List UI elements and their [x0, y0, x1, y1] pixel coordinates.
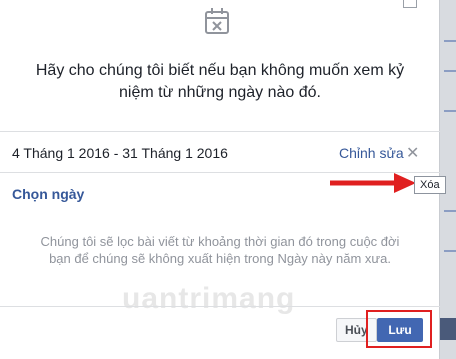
footer-divider [0, 306, 440, 307]
filter-description: Chúng tôi sẽ lọc bài viết từ khoảng thời… [40, 234, 400, 266]
choose-date-link[interactable]: Chọn ngày [12, 186, 84, 202]
background-line [444, 110, 456, 112]
background-line [444, 250, 456, 252]
edit-date-range-link[interactable]: Chỉnh sửa [339, 145, 404, 161]
background-bar [440, 318, 456, 340]
background-line [444, 210, 456, 212]
background-line [444, 70, 456, 72]
save-button[interactable]: Lưu [377, 318, 423, 342]
calendar-icon [205, 8, 229, 34]
remove-date-range-icon[interactable]: ✕ [406, 143, 419, 162]
intro-text: Hãy cho chúng tôi biết nếu bạn không muố… [35, 62, 405, 101]
remove-tooltip: Xóa [414, 176, 446, 194]
red-arrow-annotation [330, 173, 416, 193]
divider [0, 131, 440, 132]
background-line [444, 40, 456, 42]
date-range-text: 4 Tháng 1 2016 - 31 Tháng 1 2016 [12, 145, 228, 161]
watermark-logo: uantrimang [122, 282, 296, 315]
dialog-close-button[interactable] [403, 0, 417, 8]
